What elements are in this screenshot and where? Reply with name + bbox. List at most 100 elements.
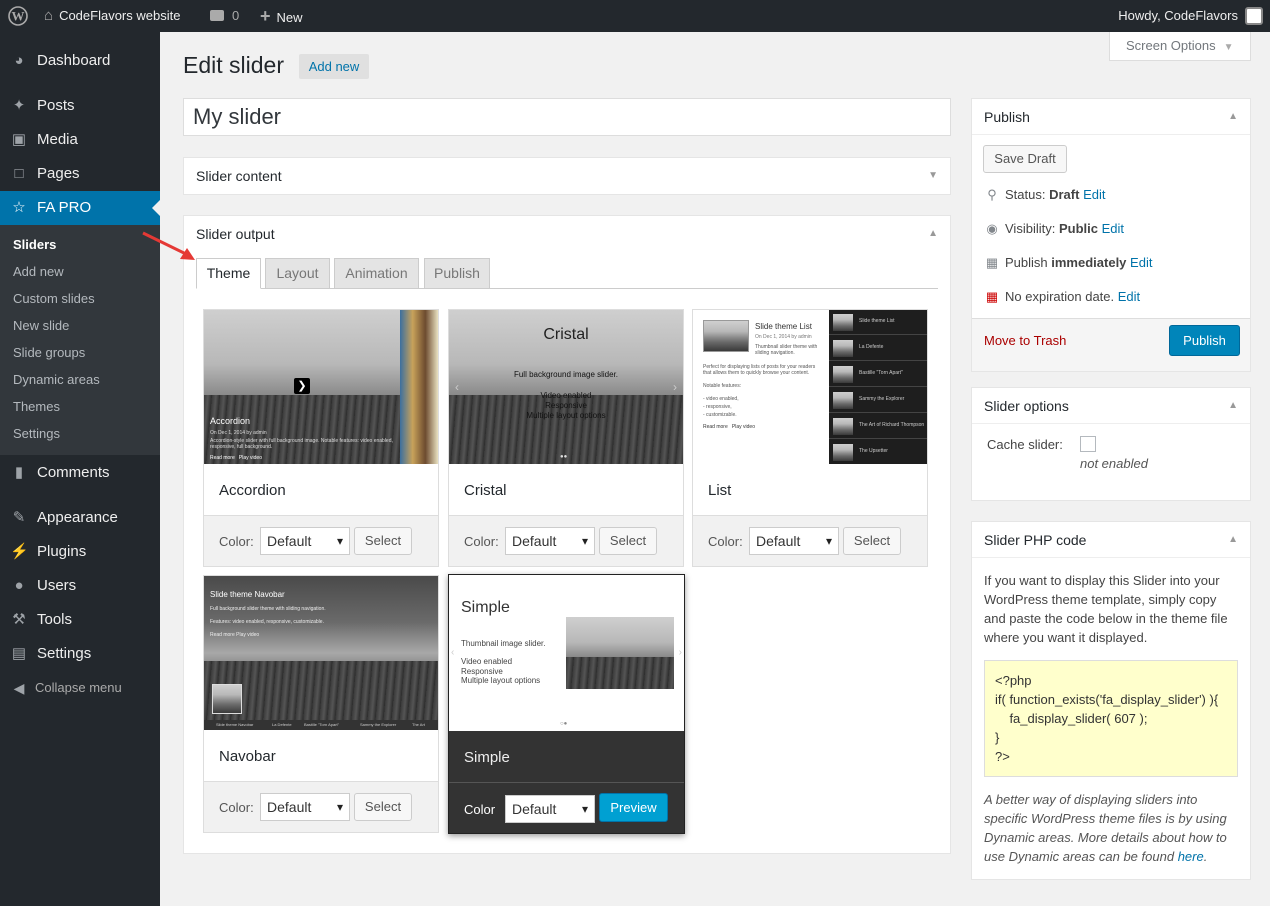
pager-dots[interactable]: ○● — [560, 721, 567, 727]
php-code-header[interactable]: Slider PHP code ▲ — [972, 522, 1250, 558]
select-button[interactable]: Select — [354, 527, 412, 555]
color-select[interactable]: Default — [260, 527, 350, 555]
toggle-up-icon[interactable]: ▲ — [1228, 99, 1238, 135]
submenu-custom-slides[interactable]: Custom slides — [13, 291, 95, 306]
plus-icon: + — [260, 6, 271, 26]
theme-thumb-simple: Simple Thumbnail image slider. Video ena… — [449, 575, 684, 731]
menu-users[interactable]: ● Users — [0, 569, 160, 603]
theme-card-navobar[interactable]: Slide theme Navobar Full background slid… — [203, 575, 439, 833]
theme-footer: Color: Default Select — [693, 515, 927, 566]
slider-output-header[interactable]: Slider output ▲ — [184, 216, 950, 252]
here-link[interactable]: here — [1178, 849, 1204, 864]
pager-dots[interactable]: ●● — [560, 454, 567, 460]
submenu-sliders[interactable]: Sliders — [13, 237, 56, 252]
move-to-trash-link[interactable]: Move to Trash — [984, 333, 1066, 348]
edit-status-link[interactable]: Edit — [1083, 187, 1105, 202]
expiration-row: ▦ No expiration date. Edit — [983, 289, 1140, 305]
cache-status: not enabled — [1080, 456, 1148, 471]
site-home[interactable]: ⌂ CodeFlavors website — [44, 0, 180, 32]
menu-tools[interactable]: ⚒ Tools — [0, 603, 160, 637]
list-nav-item[interactable]: Bastille "Torn Apart" — [829, 362, 927, 387]
edit-date-link[interactable]: Edit — [1130, 255, 1152, 270]
slider-content-box: Slider content ▼ — [183, 157, 951, 195]
next-arrow-icon[interactable]: › — [679, 647, 682, 658]
slider-content-header[interactable]: Slider content ▼ — [184, 158, 950, 194]
menu-settings[interactable]: ▤ Settings — [0, 637, 160, 671]
slider-options-header[interactable]: Slider options ▲ — [972, 388, 1250, 424]
menu-media[interactable]: ▣ Media — [0, 123, 160, 157]
wordpress-logo-icon[interactable]: W — [8, 0, 28, 32]
menu-fa-pro[interactable]: ☆ FA PRO — [0, 191, 160, 225]
edit-visibility-link[interactable]: Edit — [1102, 221, 1124, 236]
submenu-slide-groups[interactable]: Slide groups — [13, 345, 85, 360]
color-select[interactable]: Default — [505, 527, 595, 555]
save-draft-button[interactable]: Save Draft — [983, 145, 1067, 173]
select-button[interactable]: Select — [599, 527, 657, 555]
submenu-dynamic-areas[interactable]: Dynamic areas — [13, 372, 100, 387]
theme-thumb-accordion: ❯ Accordion On Dec 1, 2014 by admin Acco… — [204, 310, 438, 464]
publish-header[interactable]: Publish ▲ — [972, 99, 1250, 135]
collapse-icon: ◀ — [13, 680, 25, 696]
list-nav-item[interactable]: Sammy the Explorer — [829, 388, 927, 413]
page-title: Edit slider — [183, 52, 284, 78]
comments-link[interactable]: 0 — [210, 0, 239, 32]
menu-plugins[interactable]: ⚡ Plugins — [0, 535, 160, 569]
tab-publish[interactable]: Publish — [424, 258, 490, 289]
menu-comments[interactable]: ▮ Comments — [0, 456, 160, 490]
theme-card-simple[interactable]: Simple Thumbnail image slider. Video ena… — [448, 574, 685, 834]
toggle-up-icon[interactable]: ▲ — [1228, 388, 1238, 424]
add-new-button[interactable]: Add new — [299, 54, 369, 79]
theme-card-cristal[interactable]: Cristal Full background image slider. Vi… — [448, 309, 684, 567]
toggle-down-icon[interactable]: ▼ — [928, 158, 938, 194]
menu-posts[interactable]: ✦ Posts — [0, 89, 160, 123]
prev-arrow-icon[interactable]: ‹ — [455, 380, 459, 394]
tab-theme[interactable]: Theme — [196, 258, 261, 289]
theme-thumb-navobar: Slide theme Navobar Full background slid… — [204, 576, 438, 730]
color-select[interactable]: Default — [505, 795, 595, 823]
new-content-link[interactable]: + New — [260, 0, 303, 32]
tab-animation[interactable]: Animation — [334, 258, 419, 289]
theme-card-list[interactable]: Slide theme List On Dec 1, 2014 by admin… — [692, 309, 928, 567]
php-note: A better way of displaying sliders into … — [984, 792, 1227, 864]
dashboard-icon: ◕ — [14, 52, 24, 69]
menu-appearance[interactable]: ✎ Appearance — [0, 501, 160, 535]
list-nav-item[interactable]: The Upsetter — [829, 440, 927, 464]
toggle-up-icon[interactable]: ▲ — [928, 216, 938, 252]
list-nav-item[interactable]: Slide theme List — [829, 310, 927, 335]
theme-card-accordion[interactable]: ❯ Accordion On Dec 1, 2014 by admin Acco… — [203, 309, 439, 567]
list-nav-item[interactable]: La Defente — [829, 336, 927, 361]
my-account[interactable]: Howdy, CodeFlavors — [1118, 0, 1238, 32]
menu-pages[interactable]: □ Pages — [0, 157, 160, 191]
submenu-themes[interactable]: Themes — [13, 399, 60, 414]
submenu-settings[interactable]: Settings — [13, 426, 60, 441]
php-code-block[interactable]: <?php if( function_exists('fa_display_sl… — [984, 660, 1238, 777]
edit-expiration-link[interactable]: Edit — [1118, 289, 1140, 304]
submenu-new-slide[interactable]: New slide — [13, 318, 69, 333]
prev-arrow-icon[interactable]: ‹ — [451, 647, 454, 658]
select-button[interactable]: Select — [843, 527, 901, 555]
list-nav-item[interactable]: The Art of Richard Thompson — [829, 414, 927, 439]
avatar[interactable] — [1245, 0, 1263, 32]
collapse-menu[interactable]: ◀ Collapse menu — [0, 671, 160, 705]
admin-bar: W ⌂ CodeFlavors website 0 + New Howdy, Cod… — [0, 0, 1270, 32]
settings-icon: ▤ — [11, 645, 27, 662]
tab-layout[interactable]: Layout — [265, 258, 330, 289]
howdy-text: Howdy, CodeFlavors — [1118, 8, 1238, 23]
theme-thumb-list: Slide theme List On Dec 1, 2014 by admin… — [693, 310, 927, 464]
color-select[interactable]: Default — [260, 793, 350, 821]
theme-footer: Color: Default Select — [204, 515, 438, 566]
next-arrow-icon[interactable]: › — [673, 380, 677, 394]
toggle-up-icon[interactable]: ▲ — [1228, 522, 1238, 558]
menu-dashboard[interactable]: ◕ Dashboard — [0, 44, 160, 78]
cache-slider-checkbox[interactable] — [1080, 436, 1096, 452]
submenu-add-new[interactable]: Add new — [13, 264, 64, 279]
publish-button[interactable]: Publish — [1169, 325, 1240, 356]
preview-button[interactable]: Preview — [599, 793, 668, 822]
screen-options-button[interactable]: Screen Options ▼ — [1109, 32, 1251, 61]
next-arrow-icon[interactable]: ❯ — [294, 378, 310, 394]
red-arrow-icon — [142, 231, 195, 260]
theme-thumb-cristal: Cristal Full background image slider. Vi… — [449, 310, 683, 464]
color-select[interactable]: Default — [749, 527, 839, 555]
slider-title-input[interactable]: My slider — [183, 98, 951, 136]
select-button[interactable]: Select — [354, 793, 412, 821]
